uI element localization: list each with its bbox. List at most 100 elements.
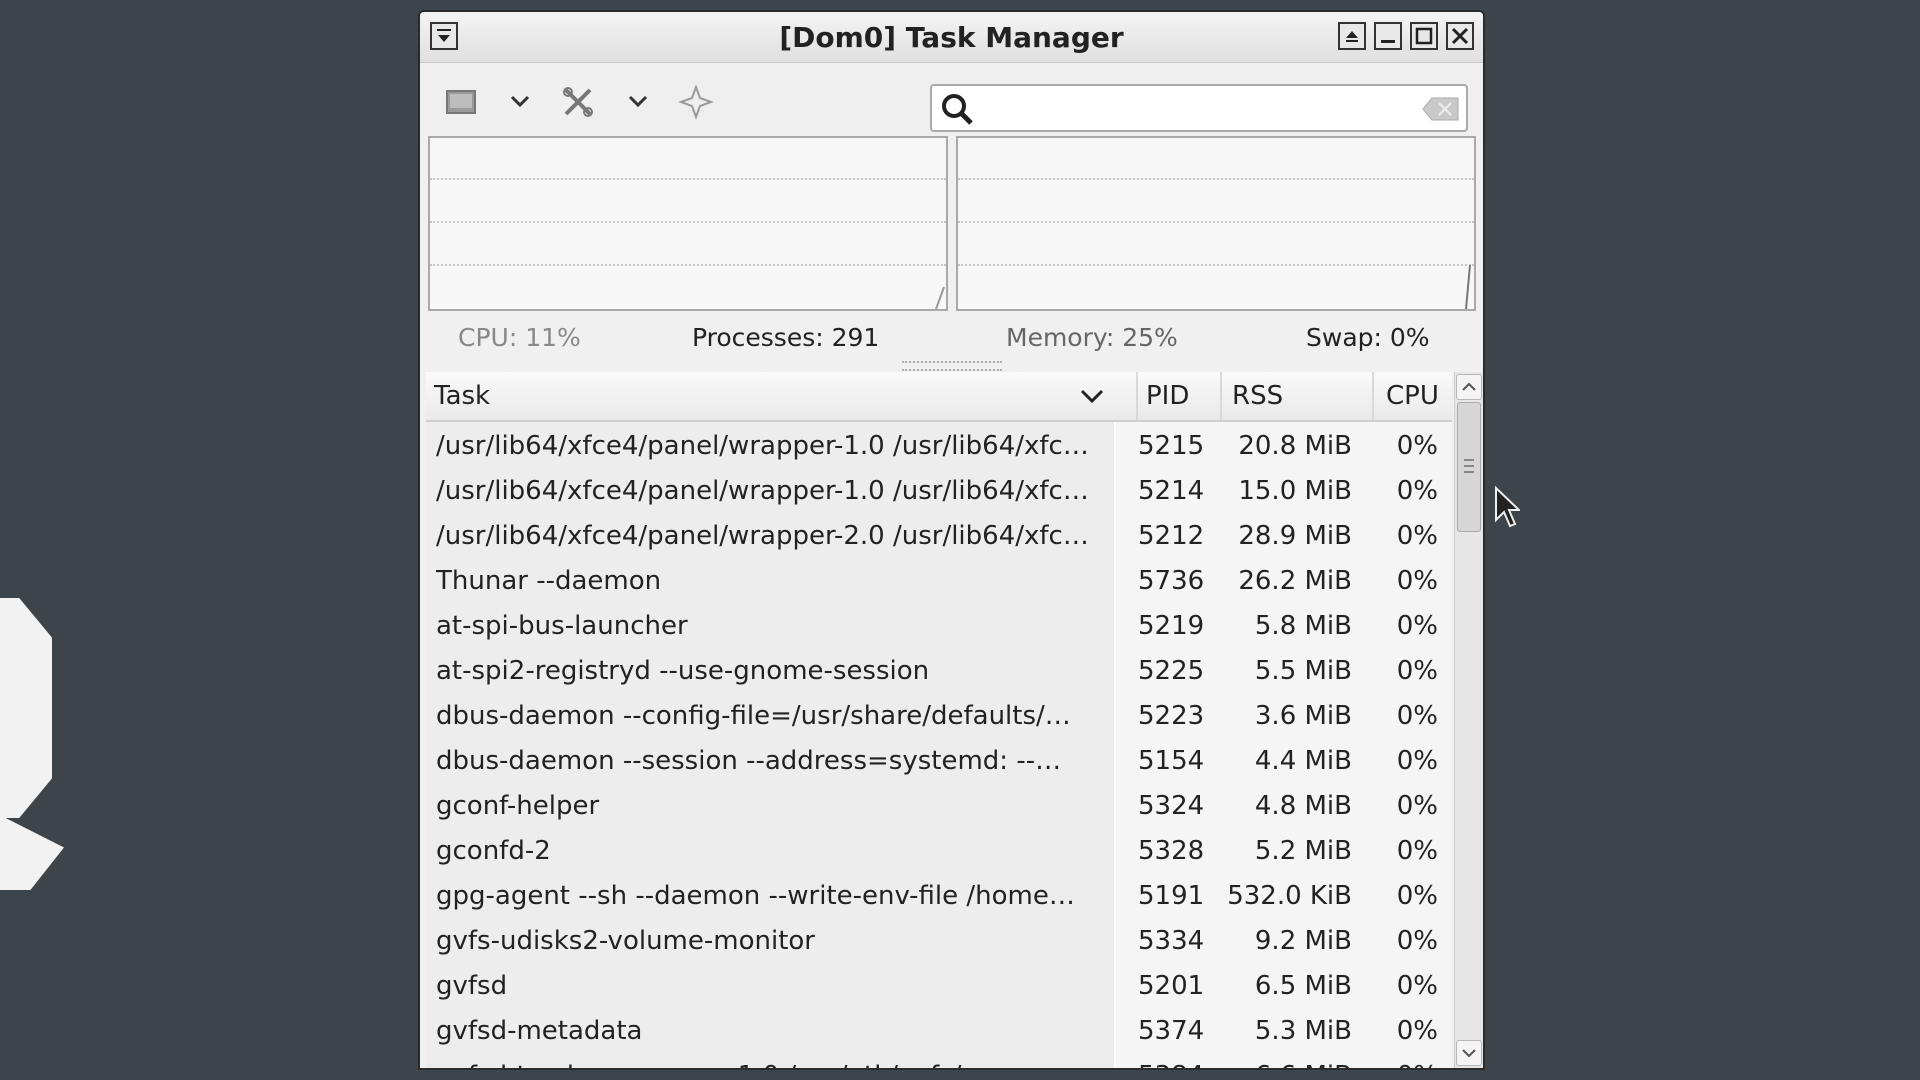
maximize-icon — [1415, 27, 1433, 45]
cell-rss: 3.6 MiB — [1254, 701, 1352, 731]
title-bar[interactable]: [Dom0] Task Manager — [420, 12, 1483, 63]
table-row[interactable]: dbus-daemon --config-file=/usr/share/def… — [426, 694, 1452, 739]
cell-cpu: 0% — [1396, 476, 1438, 506]
table-row[interactable]: gconf-helper 5324 4.8 MiB 0% — [426, 784, 1452, 829]
cell-task-name: gconf-helper — [436, 791, 600, 821]
process-table: Task PID RSS CPU /usr/lib64/xfce4/panel/… — [426, 372, 1452, 1068]
search-input[interactable] — [982, 90, 1416, 128]
table-row[interactable]: /usr/lib64/xfce4/panel/wrapper-1.0 /usr/… — [426, 469, 1452, 514]
cell-cpu: 0% — [1396, 1016, 1438, 1046]
cell-cpu: 0% — [1356, 1054, 1438, 1068]
cell-task-name: /usr/lib64/xfce4/panel/wrapper-1.0 /usr/… — [436, 431, 1089, 461]
scroll-up-button[interactable] — [1456, 374, 1482, 400]
table-row[interactable]: gvfsd-trash --spawner :1.0 /org/gtk/gvfs… — [426, 1054, 1452, 1068]
table-row[interactable]: gvfsd 5201 6.5 MiB 0% — [426, 964, 1452, 1009]
view-dropdown-chevron-down-icon[interactable] — [500, 84, 540, 124]
cell-task-name: /usr/lib64/xfce4/panel/wrapper-1.0 /usr/… — [436, 476, 1089, 506]
cell-cpu: 0% — [1396, 521, 1438, 551]
cell-rss: 6.5 MiB — [1254, 971, 1352, 1001]
table-row[interactable]: gvfs-udisks2-volume-monitor 5334 9.2 MiB 0% — [426, 919, 1452, 964]
cell-rss: 6.6 MiB — [1206, 1054, 1352, 1068]
column-header-cpu[interactable]: CPU — [1372, 372, 1452, 420]
maximize-button[interactable] — [1410, 22, 1438, 50]
memory-graph — [956, 136, 1476, 311]
column-header-task[interactable]: Task — [434, 372, 1134, 420]
pane-resize-handle[interactable] — [902, 361, 1002, 371]
table-row[interactable]: dbus-daemon --session --address=systemd:… — [426, 739, 1452, 784]
table-row[interactable]: /usr/lib64/xfce4/panel/wrapper-1.0 /usr/… — [426, 424, 1452, 469]
cell-task-name: /usr/lib64/xfce4/panel/wrapper-2.0 /usr/… — [436, 521, 1089, 551]
table-row[interactable]: gpg-agent --sh --daemon --write-env-file… — [426, 874, 1452, 919]
cell-task-name: dbus-daemon --session --address=systemd:… — [436, 746, 1062, 776]
display-icon[interactable] — [442, 84, 482, 124]
sort-chevron-down-icon[interactable] — [1078, 384, 1106, 408]
cpu-graph — [428, 136, 948, 311]
cell-cpu: 0% — [1396, 791, 1438, 821]
cell-cpu: 0% — [1396, 836, 1438, 866]
chevron-down-icon — [1462, 1049, 1476, 1058]
window-title: [Dom0] Task Manager — [779, 21, 1124, 54]
table-row[interactable]: at-spi2-registryd --use-gnome-session 522… — [426, 649, 1452, 694]
cell-rss: 532.0 KiB — [1227, 881, 1352, 911]
column-header-rss[interactable]: RSS — [1220, 372, 1370, 420]
mouse-cursor-icon — [1495, 486, 1520, 528]
settings-dropdown-chevron-down-icon[interactable] — [618, 84, 658, 124]
table-row[interactable]: at-spi-bus-launcher 5219 5.8 MiB 0% — [426, 604, 1452, 649]
close-icon — [1451, 27, 1469, 45]
grid-line — [430, 178, 946, 180]
cell-cpu: 0% — [1396, 971, 1438, 1001]
table-row[interactable]: gconfd-2 5328 5.2 MiB 0% — [426, 829, 1452, 874]
cell-task-name: gvfsd-trash --spawner :1.0 /org/gtk/gvfs… — [436, 1054, 1111, 1068]
chevron-up-icon — [1462, 382, 1476, 391]
table-header: Task PID RSS CPU — [426, 372, 1452, 422]
cell-cpu: 0% — [1396, 566, 1438, 596]
settings-tools-icon[interactable] — [558, 84, 598, 124]
cell-rss: 9.2 MiB — [1254, 926, 1352, 956]
minimize-button[interactable] — [1374, 22, 1402, 50]
minimize-icon — [1381, 40, 1395, 43]
column-header-pid[interactable]: PID — [1136, 372, 1228, 420]
close-button[interactable] — [1446, 22, 1474, 50]
memory-status: Memory: 25% — [1006, 323, 1178, 352]
cell-rss: 15.0 MiB — [1238, 476, 1352, 506]
cell-cpu: 0% — [1396, 881, 1438, 911]
cpu-status: CPU: 11% — [458, 323, 581, 352]
star-icon[interactable] — [676, 84, 716, 124]
cell-rss: 4.8 MiB — [1254, 791, 1352, 821]
scroll-thumb[interactable] — [1457, 402, 1481, 532]
toolbar — [420, 64, 1483, 144]
cpu-graph-line — [935, 286, 945, 309]
shade-icon — [1346, 31, 1358, 42]
table-row[interactable]: gvfsd-metadata 5374 5.3 MiB 0% — [426, 1009, 1452, 1054]
cell-task-name: at-spi2-registryd --use-gnome-session — [436, 656, 930, 686]
cell-rss: 26.2 MiB — [1238, 566, 1352, 596]
cell-task-name: gvfs-udisks2-volume-monitor — [436, 926, 815, 956]
thumb-grip — [1464, 471, 1474, 473]
cell-task-name: gvfsd-metadata — [436, 1016, 643, 1046]
cell-task-name: at-spi-bus-launcher — [436, 611, 688, 641]
thumb-grip — [1464, 465, 1474, 467]
cell-task-name: gvfsd — [436, 971, 508, 1001]
table-row[interactable]: Thunar --daemon 5736 26.2 MiB 0% — [426, 559, 1452, 604]
clear-search-icon[interactable] — [1422, 96, 1460, 122]
cell-task-name: dbus-daemon --config-file=/usr/share/def… — [436, 701, 1071, 731]
cell-rss: 20.8 MiB — [1238, 431, 1352, 461]
search-icon — [942, 94, 973, 125]
cell-cpu: 0% — [1396, 611, 1438, 641]
grid-line — [958, 221, 1474, 223]
scroll-down-button[interactable] — [1456, 1040, 1482, 1066]
cell-task-name: gconfd-2 — [436, 836, 551, 866]
cell-rss: 5.5 MiB — [1254, 656, 1352, 686]
task-manager-window: [Dom0] Task Manager CPU: 11% Processes: … — [418, 10, 1485, 1070]
cell-task-name: Thunar --daemon — [436, 566, 662, 596]
cell-rss: 5.8 MiB — [1254, 611, 1352, 641]
cell-cpu: 0% — [1396, 746, 1438, 776]
table-row[interactable]: /usr/lib64/xfce4/panel/wrapper-2.0 /usr/… — [426, 514, 1452, 559]
cell-cpu: 0% — [1396, 701, 1438, 731]
cell-rss: 5.2 MiB — [1254, 836, 1352, 866]
search-box[interactable] — [930, 84, 1468, 132]
shade-button[interactable] — [1338, 22, 1366, 50]
cell-rss: 4.4 MiB — [1254, 746, 1352, 776]
cell-cpu: 0% — [1396, 431, 1438, 461]
vertical-scrollbar[interactable] — [1454, 372, 1483, 1068]
